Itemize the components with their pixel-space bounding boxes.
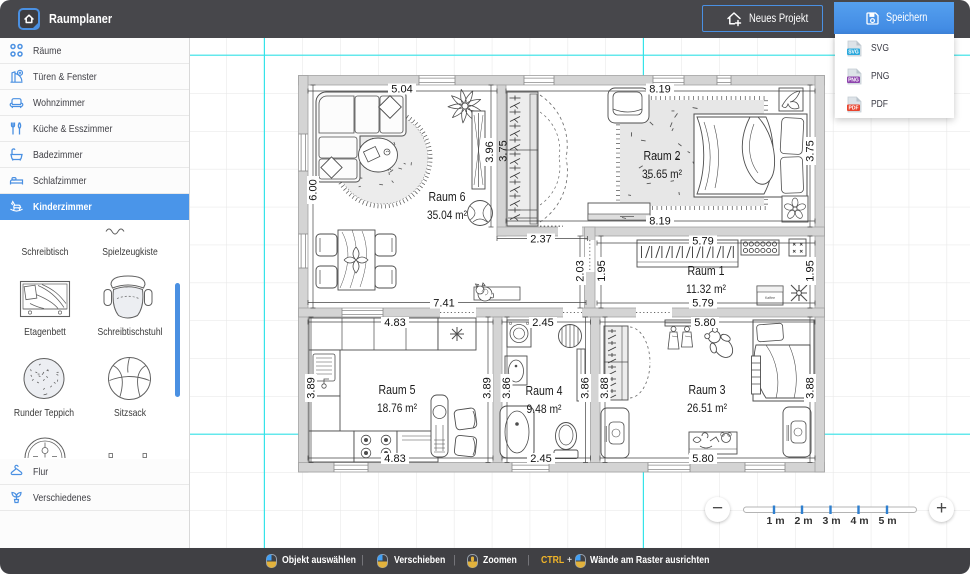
svg-text:3.86: 3.86 [580, 377, 592, 398]
svg-text:1.95: 1.95 [596, 260, 608, 281]
svg-text:4.83: 4.83 [384, 317, 405, 329]
svg-text:Kaffee: Kaffee [765, 296, 775, 300]
svg-text:5.80: 5.80 [694, 317, 715, 329]
svg-text:Raum 5: Raum 5 [379, 383, 416, 397]
svg-text:5.79: 5.79 [692, 236, 713, 248]
svg-text:2.45: 2.45 [532, 317, 553, 329]
svg-text:Raum 1: Raum 1 [688, 264, 725, 278]
svg-text:26.51 m²: 26.51 m² [687, 401, 727, 415]
svg-text:4 m: 4 m [850, 515, 868, 525]
svg-text:3.75: 3.75 [805, 140, 817, 161]
svg-text:4.83: 4.83 [384, 453, 405, 465]
svg-text:8.19: 8.19 [649, 216, 670, 228]
svg-text:11.32 m²: 11.32 m² [686, 282, 726, 296]
svg-text:3 m: 3 m [822, 515, 840, 525]
svg-text:3.89: 3.89 [306, 377, 318, 398]
svg-text:5 m: 5 m [878, 515, 896, 525]
svg-text:SVG: SVG [848, 49, 859, 55]
svg-text:9.48 m²: 9.48 m² [527, 402, 562, 416]
svg-text:Raum 2: Raum 2 [644, 149, 681, 163]
svg-text:5.80: 5.80 [692, 453, 713, 465]
svg-text:2 m: 2 m [794, 515, 812, 525]
svg-text:18.76 m²: 18.76 m² [377, 401, 417, 415]
svg-text:7.41: 7.41 [433, 298, 454, 310]
svg-text:1 m: 1 m [766, 515, 784, 525]
svg-text:3.89: 3.89 [482, 377, 494, 398]
svg-text:PNG: PNG [848, 77, 859, 83]
svg-text:3.88: 3.88 [805, 377, 817, 398]
svg-text:Raum 3: Raum 3 [689, 383, 726, 397]
svg-text:5.79: 5.79 [692, 298, 713, 310]
svg-text:2.03: 2.03 [575, 260, 587, 281]
svg-text:3.86: 3.86 [501, 377, 513, 398]
svg-text:PDF: PDF [849, 105, 859, 111]
svg-text:5.04: 5.04 [391, 84, 412, 96]
svg-text:3.75: 3.75 [498, 140, 510, 161]
svg-text:2.37: 2.37 [530, 234, 551, 246]
svg-text:35.65 m²: 35.65 m² [642, 167, 682, 181]
svg-text:8.19: 8.19 [649, 84, 670, 96]
svg-text:Raum 4: Raum 4 [526, 384, 563, 398]
svg-text:1.95: 1.95 [805, 260, 817, 281]
svg-text:35.04 m²: 35.04 m² [427, 208, 467, 222]
svg-text:Raum 6: Raum 6 [429, 190, 466, 204]
svg-text:2.45: 2.45 [530, 453, 551, 465]
svg-text:3.88: 3.88 [599, 377, 611, 398]
svg-text:3.96: 3.96 [484, 141, 496, 162]
svg-text:6.00: 6.00 [308, 179, 320, 200]
